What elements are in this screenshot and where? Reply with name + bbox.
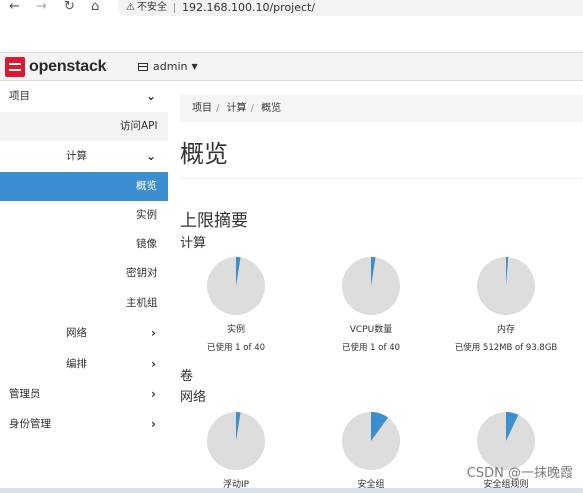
home-icon[interactable]: ⌂ [91, 0, 99, 16]
sidebar: 项目 ⌄ 访问API 计算 ⌄ 概览 实例 镜像 密钥对 主机组 网络 › 编排… [0, 81, 168, 493]
sidebar-item-identity[interactable]: 身份管理 › [0, 410, 168, 439]
chevron-right-icon: › [151, 417, 156, 431]
pie-label: 内存 [496, 325, 515, 335]
pie-ram: 内存 已使用 512MB of 93.8GB [446, 256, 566, 353]
sidebar-item-label: 计算 [66, 150, 87, 162]
address-separator [174, 3, 175, 13]
breadcrumb-separator: / [216, 103, 220, 114]
logo-registered-mark: . [106, 63, 109, 71]
pie-chart [342, 257, 400, 315]
pie-usage: 已使用 512MB of 93.8GB [454, 343, 558, 353]
pie-label: VCPU数量 [349, 325, 393, 335]
sidebar-item-compute[interactable]: 计算 ⌄ [0, 142, 168, 171]
breadcrumb: 项目 / 计算 / 概览 [180, 95, 583, 122]
title-divider [180, 178, 583, 179]
pie-chart [342, 412, 400, 470]
chevron-right-icon: › [151, 326, 156, 340]
sidebar-item-label: 实例 [136, 209, 157, 221]
sidebar-item-label: 密钥对 [126, 267, 158, 279]
sidebar-item-label: 镜像 [136, 238, 157, 250]
sidebar-item-admin[interactable]: 管理员 › [0, 380, 168, 409]
section-compute-heading: 计算 [180, 236, 207, 251]
sidebar-item-label: 主机组 [126, 297, 158, 309]
reload-icon[interactable]: ↻ [64, 0, 75, 16]
breadcrumb-item[interactable]: 项目 [192, 103, 212, 114]
sidebar-item-label: 网络 [66, 327, 87, 339]
sidebar-item-instances[interactable]: 实例 [0, 201, 168, 230]
sidebar-item-project[interactable]: 项目 ⌄ [0, 82, 168, 111]
chevron-right-icon: › [151, 387, 156, 401]
arrow-left-icon[interactable]: ← [9, 0, 20, 16]
pie-chart [207, 257, 265, 315]
limits-summary-heading: 上限摘要 [180, 211, 248, 231]
pie-floating-ips: 浮动IP [176, 411, 296, 490]
pie-usage: 已使用 1 of 40 [206, 343, 266, 353]
sidebar-item-label: 管理员 [9, 388, 41, 400]
top-navbar: openstack. admin ▼ [0, 52, 583, 81]
sidebar-item-overview[interactable]: 概览 [0, 172, 168, 201]
pie-chart [477, 257, 535, 315]
sidebar-item-label: 项目 [9, 90, 30, 102]
sidebar-item-label: 编排 [66, 358, 87, 370]
pie-vcpus: VCPU数量 已使用 1 of 40 [311, 256, 431, 353]
caret-down-icon: ▼ [191, 62, 198, 71]
pie-chart [207, 412, 265, 470]
project-selector[interactable]: admin ▼ [138, 60, 198, 73]
chevron-right-icon: › [151, 357, 156, 371]
page-gap [0, 16, 583, 52]
arrow-right-icon[interactable]: → [36, 0, 47, 16]
breadcrumb-separator: / [250, 103, 254, 114]
project-name: admin [153, 60, 188, 73]
sidebar-item-server-groups[interactable]: 主机组 [0, 289, 168, 318]
sidebar-item-key-pairs[interactable]: 密钥对 [0, 259, 168, 288]
browser-toolbar: ← → ↻ ⌂ ⚠ 不安全 192.168.100.10/project/ [0, 0, 583, 16]
sidebar-item-label: 概览 [136, 180, 157, 192]
pie-security-groups: 安全组 [311, 411, 431, 490]
page-title: 概览 [180, 140, 228, 168]
sidebar-item-label: 访问API [120, 120, 158, 132]
openstack-logo-icon [5, 57, 25, 77]
pie-usage: 已使用 1 of 40 [341, 343, 401, 353]
chevron-down-icon: ⌄ [145, 149, 156, 163]
openstack-logo[interactable]: openstack. [5, 57, 109, 77]
bottom-scroll-area [0, 488, 583, 493]
security-label: 不安全 [136, 2, 167, 13]
section-network-heading: 网络 [180, 390, 207, 405]
watermark: CSDN @一抹晚霞 [466, 466, 573, 481]
project-icon [138, 62, 148, 71]
address-bar[interactable]: ⚠ 不安全 192.168.100.10/project/ [118, 0, 583, 16]
section-volume-heading: 卷 [180, 369, 194, 384]
chevron-down-icon: ⌄ [145, 89, 156, 103]
warning-icon: ⚠ [126, 2, 135, 13]
sidebar-item-images[interactable]: 镜像 [0, 230, 168, 259]
sidebar-item-orchestration[interactable]: 编排 › [0, 350, 168, 379]
logo-text: openstack [29, 58, 107, 75]
security-warning[interactable]: ⚠ 不安全 [126, 1, 167, 15]
pie-instances: 实例 已使用 1 of 40 [176, 256, 296, 353]
breadcrumb-item: 概览 [261, 103, 282, 114]
url-text[interactable]: 192.168.100.10/project/ [182, 0, 315, 15]
sidebar-item-label: 身份管理 [9, 418, 51, 430]
breadcrumb-item[interactable]: 计算 [227, 103, 247, 114]
pie-label: 实例 [226, 325, 245, 335]
sidebar-item-api-access[interactable]: 访问API [0, 112, 168, 141]
sidebar-item-network[interactable]: 网络 › [0, 319, 168, 348]
